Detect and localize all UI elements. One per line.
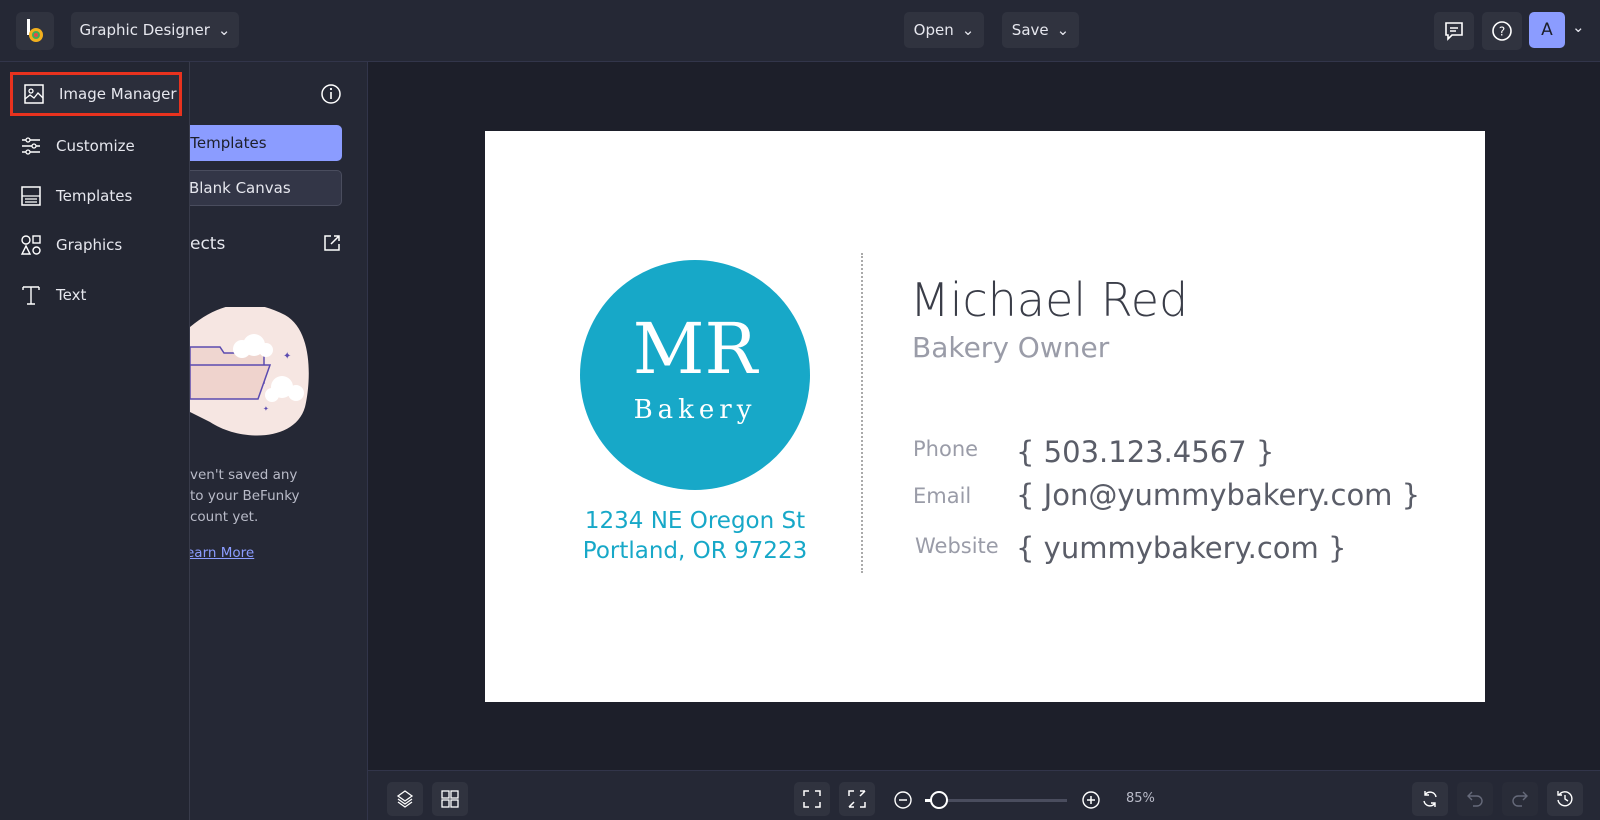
layers-button[interactable] xyxy=(387,782,423,816)
menu-item-label: Templates xyxy=(56,187,133,205)
shrink-icon xyxy=(848,790,866,808)
menu-item-customize[interactable]: Customize xyxy=(10,124,182,168)
menu-item-templates[interactable]: Templates xyxy=(10,174,182,218)
menu-item-label: Customize xyxy=(56,137,135,155)
undo-icon xyxy=(1467,791,1483,807)
bottom-toolbar: 85% xyxy=(368,770,1600,820)
email-label: Email xyxy=(913,484,972,508)
empty-text-line: count yet. xyxy=(190,509,259,525)
business-card-canvas[interactable]: MR Bakery 1234 NE Oregon St Portland, OR… xyxy=(485,131,1485,702)
logo-initials: MR xyxy=(632,308,758,390)
blank-canvas-label: a Blank Canvas xyxy=(175,179,291,197)
text-icon xyxy=(22,286,40,305)
feedback-button[interactable] xyxy=(1434,12,1474,50)
save-button[interactable]: Save ⌄ xyxy=(1002,12,1079,48)
chevron-down-icon: ⌄ xyxy=(217,21,231,39)
card-title[interactable]: Bakery Owner xyxy=(912,331,1109,364)
workspace-dropdown[interactable]: Graphic Designer ⌄ xyxy=(71,12,239,48)
redo-button[interactable] xyxy=(1502,782,1538,816)
website-value[interactable]: { yummybakery.com } xyxy=(1016,531,1346,565)
redo-icon xyxy=(1512,791,1528,807)
shapes-icon xyxy=(20,235,41,255)
address-line-2: Portland, OR 97223 xyxy=(582,538,808,564)
svg-text:✦: ✦ xyxy=(263,405,269,413)
phone-value[interactable]: { 503.123.4567 } xyxy=(1016,435,1274,469)
external-link-icon[interactable] xyxy=(322,233,342,253)
svg-text:✦: ✦ xyxy=(283,351,291,362)
history-icon xyxy=(1557,791,1573,807)
menu-item-label: Graphics xyxy=(56,236,123,254)
account-chevron-icon[interactable]: ⌄ xyxy=(1572,18,1585,36)
zoom-in-icon[interactable] xyxy=(1081,790,1101,810)
tool-menu: Image Manager Customize Templates Graphi… xyxy=(0,62,190,820)
grid-button[interactable] xyxy=(432,782,468,816)
menu-item-image-manager[interactable]: Image Manager xyxy=(10,72,182,116)
info-icon[interactable] xyxy=(320,83,342,105)
phone-label: Phone xyxy=(913,437,979,461)
chevron-down-icon: ⌄ xyxy=(961,21,975,39)
refresh-icon xyxy=(1423,791,1437,807)
avatar[interactable]: A xyxy=(1529,12,1565,48)
help-button[interactable]: ? xyxy=(1482,12,1522,50)
card-name[interactable]: Michael Red xyxy=(910,273,1188,327)
logo-icon xyxy=(27,19,43,42)
projects-heading: ects xyxy=(190,234,226,254)
avatar-initial: A xyxy=(1541,20,1553,40)
menu-item-graphics[interactable]: Graphics xyxy=(10,223,182,267)
address-block: 1234 NE Oregon St Portland, OR 97223 xyxy=(545,506,845,566)
website-label: Website xyxy=(915,534,999,558)
top-bar: Graphic Designer ⌄ Open ⌄ Save ⌄ ? A ⌄ xyxy=(0,0,1600,62)
image-icon xyxy=(24,84,44,104)
grid-icon xyxy=(441,790,459,808)
zoom-out-icon[interactable] xyxy=(893,790,913,810)
open-label: Open xyxy=(913,21,954,39)
zoom-slider[interactable] xyxy=(925,791,1067,809)
address-line-1: 1234 NE Oregon St xyxy=(584,508,806,534)
history-button[interactable] xyxy=(1547,782,1583,816)
learn-more-link[interactable]: earn More xyxy=(186,545,254,561)
befunky-logo[interactable] xyxy=(16,12,54,50)
divider xyxy=(861,253,863,573)
actual-size-button[interactable] xyxy=(839,782,875,816)
menu-item-label: Text xyxy=(56,286,87,304)
email-value[interactable]: { Jon@yummybakery.com } xyxy=(1016,478,1420,512)
chevron-down-icon: ⌄ xyxy=(1056,21,1070,39)
expand-icon xyxy=(803,790,821,808)
undo-button[interactable] xyxy=(1457,782,1493,816)
sliders-icon xyxy=(22,137,40,155)
zoom-slider-handle[interactable] xyxy=(930,791,949,809)
empty-text-line: ven't saved any xyxy=(190,467,298,483)
help-icon: ? xyxy=(1492,21,1512,41)
menu-item-label: Image Manager xyxy=(59,85,177,103)
workspace-label: Graphic Designer xyxy=(79,21,210,39)
refresh-button[interactable] xyxy=(1412,782,1448,816)
open-button[interactable]: Open ⌄ xyxy=(904,12,984,48)
logo-subtitle: Bakery xyxy=(633,395,757,425)
svg-text:?: ? xyxy=(1499,25,1505,39)
layers-icon xyxy=(396,790,414,808)
empty-folder-illustration: ✦✦ xyxy=(190,307,309,436)
chat-icon xyxy=(1445,22,1463,41)
fit-screen-button[interactable] xyxy=(794,782,830,816)
templates-icon xyxy=(21,186,41,206)
zoom-level: 85% xyxy=(1126,791,1155,806)
empty-state-text: ven't saved any to your BeFunky count ye… xyxy=(190,465,300,528)
save-label: Save xyxy=(1011,21,1049,39)
menu-item-text[interactable]: Text xyxy=(10,273,182,317)
empty-text-line: to your BeFunky xyxy=(190,488,300,504)
